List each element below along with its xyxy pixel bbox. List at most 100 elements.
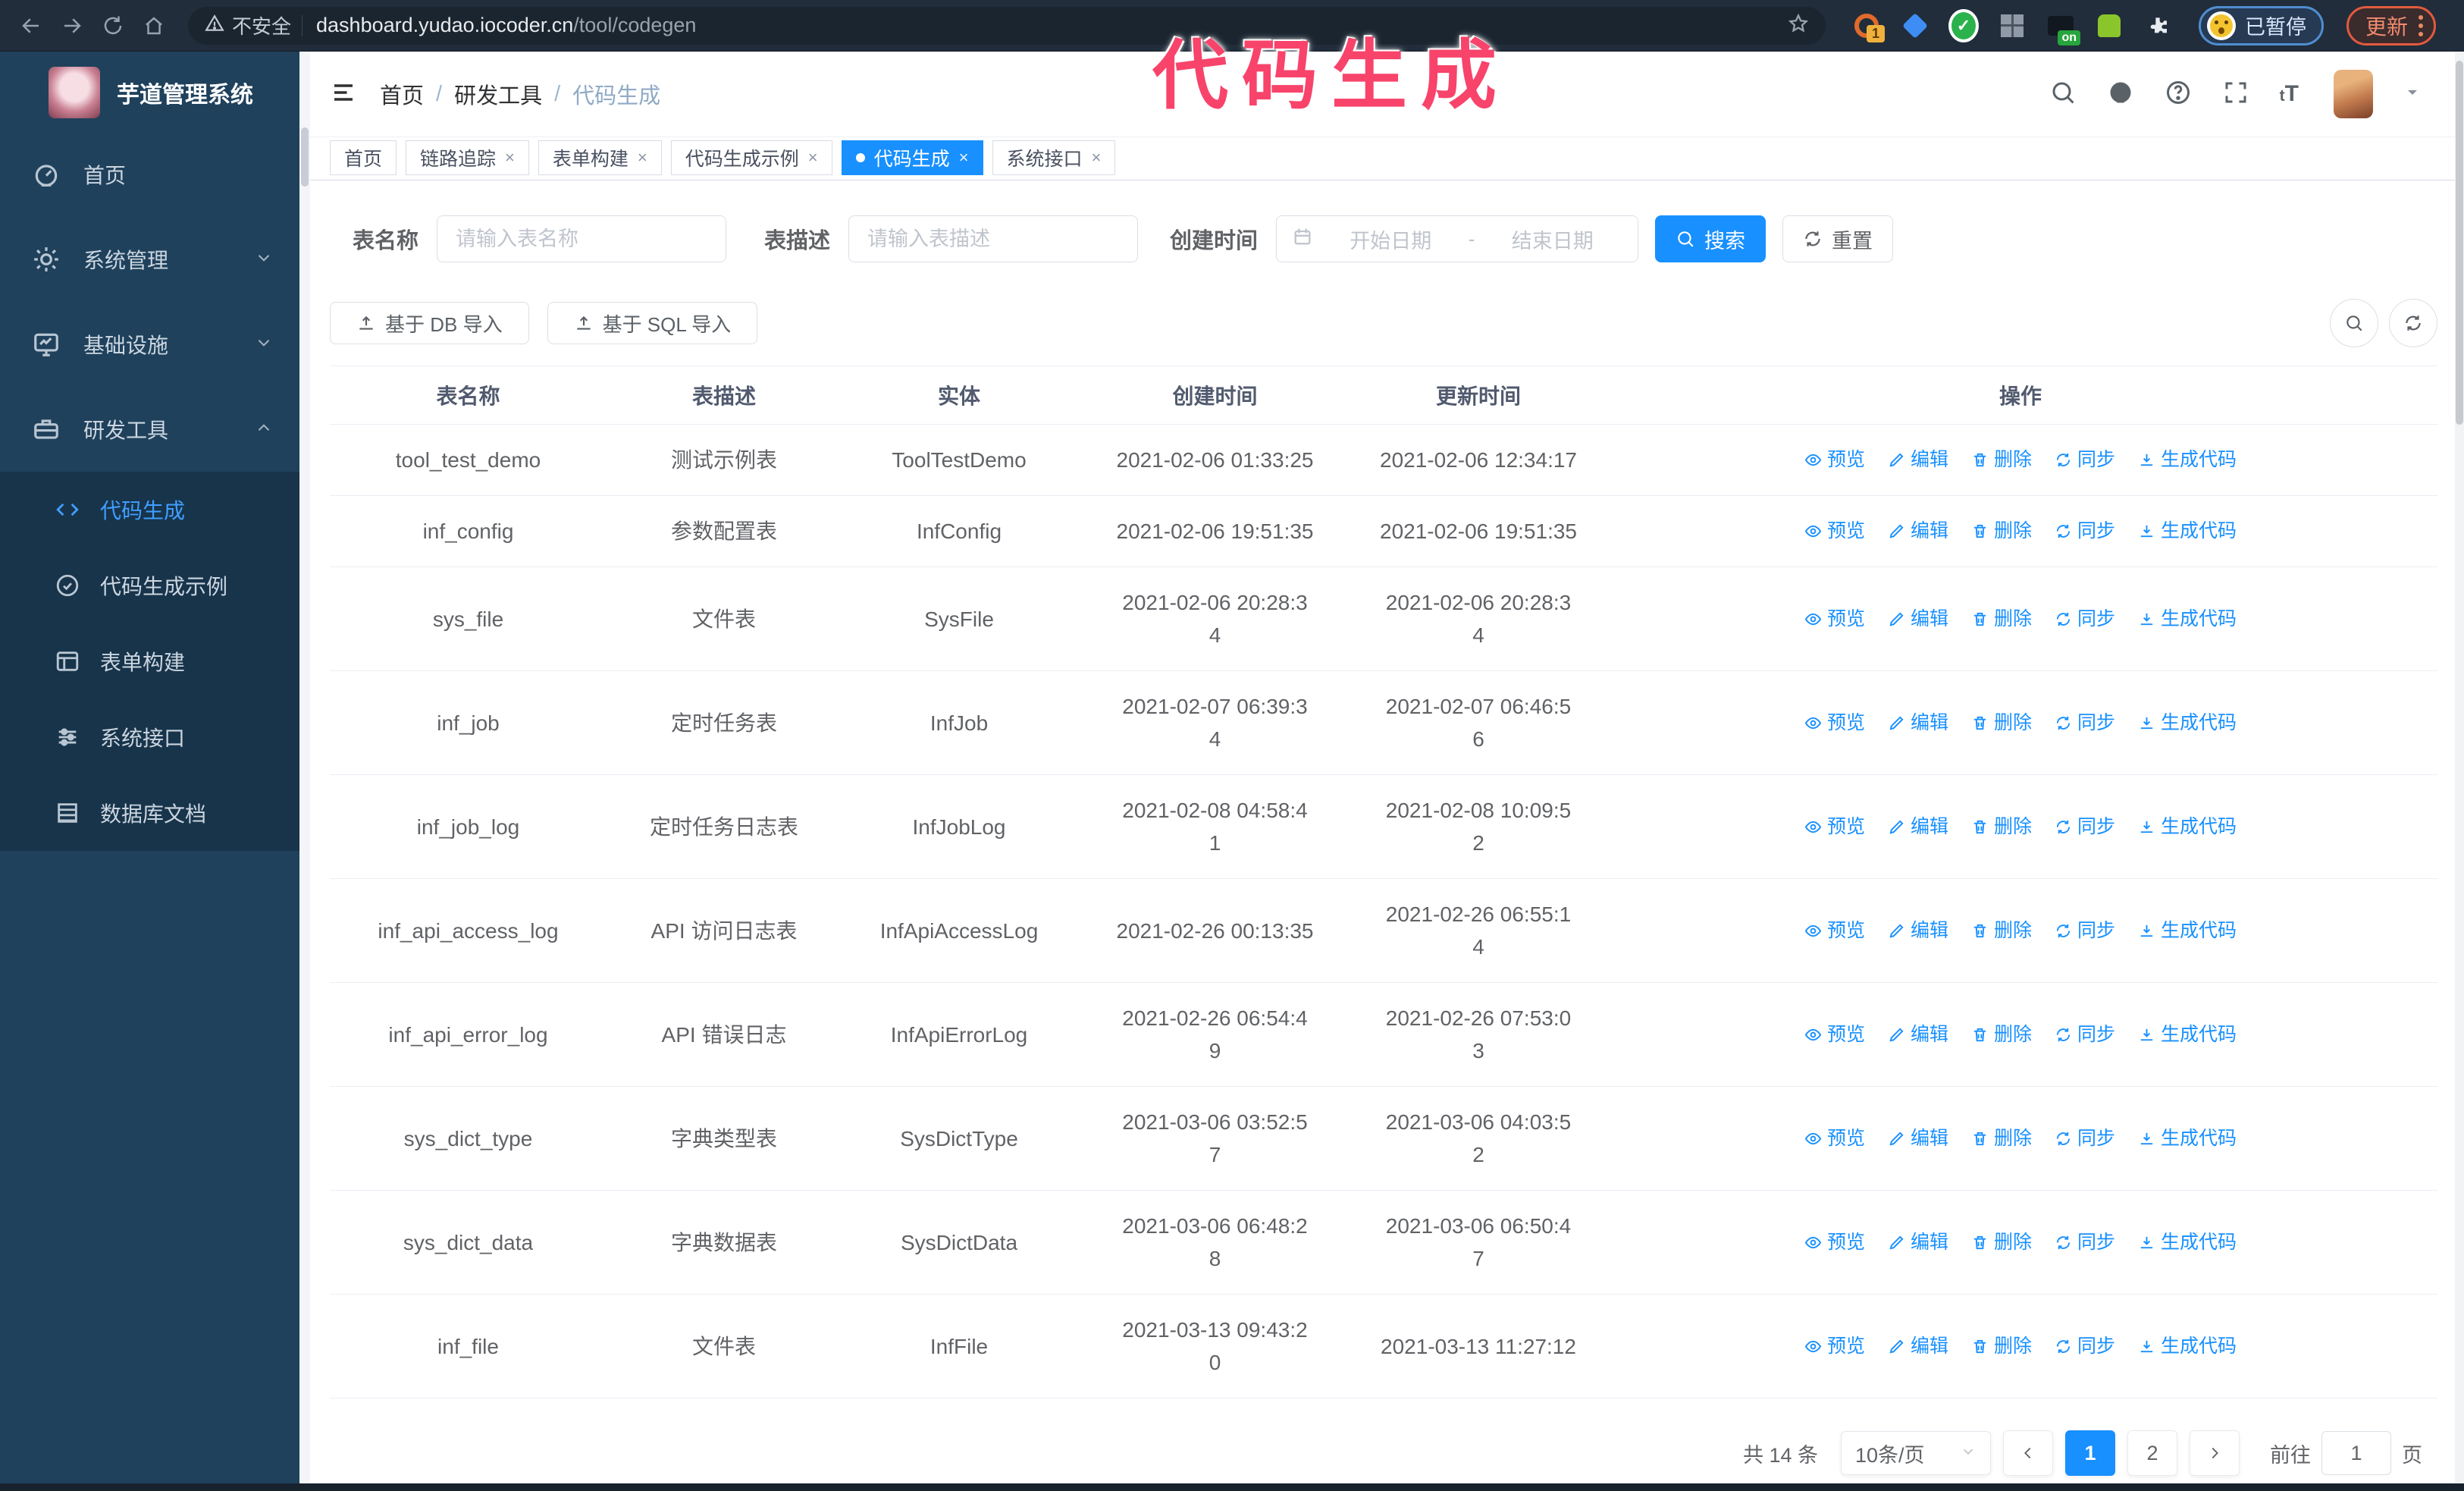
chevron-down-icon[interactable] [2403, 83, 2422, 105]
action-eye[interactable]: 预览 [1804, 1019, 1865, 1051]
home-icon[interactable] [136, 8, 171, 43]
action-delete[interactable]: 删除 [1971, 603, 2032, 636]
extension-icon[interactable] [1900, 11, 1930, 41]
tab-1[interactable]: 链路追踪 × [406, 140, 529, 175]
action-edit[interactable]: 编辑 [1888, 1019, 1948, 1051]
action-eye[interactable]: 预览 [1804, 444, 1865, 476]
breadcrumb-devtools[interactable]: 研发工具 [454, 78, 542, 110]
page-button-2[interactable]: 2 [2127, 1430, 2177, 1476]
close-icon[interactable]: × [959, 148, 969, 168]
action-download[interactable]: 生成代码 [2138, 915, 2237, 947]
address-bar[interactable]: 不安全 dashboard.yudao.iocoder.cn /tool/cod… [188, 6, 1826, 45]
action-edit[interactable]: 编辑 [1888, 1330, 1948, 1363]
table-desc-input[interactable] [848, 215, 1139, 262]
sidebar-item-0[interactable]: 首页 [0, 132, 299, 217]
action-eye[interactable]: 预览 [1804, 1122, 1865, 1155]
action-eye[interactable]: 预览 [1804, 1330, 1865, 1363]
action-delete[interactable]: 删除 [1971, 1019, 2032, 1051]
search-button[interactable]: 搜索 [1655, 215, 1766, 262]
action-edit[interactable]: 编辑 [1888, 603, 1948, 636]
hamburger-icon[interactable] [330, 79, 357, 110]
sidebar-subitem-0[interactable]: 代码生成 [0, 472, 299, 548]
action-delete[interactable]: 删除 [1971, 707, 2032, 739]
fullscreen-icon[interactable] [2222, 79, 2249, 110]
hide-search-button[interactable] [2330, 299, 2378, 347]
action-delete[interactable]: 删除 [1971, 915, 2032, 947]
action-edit[interactable]: 编辑 [1888, 915, 1948, 947]
action-download[interactable]: 生成代码 [2138, 811, 2237, 843]
import-db-button[interactable]: 基于 DB 导入 [330, 302, 529, 344]
font-size-icon[interactable]: tT [2280, 81, 2299, 107]
github-icon[interactable] [2107, 79, 2134, 110]
update-button[interactable]: 更新 [2346, 5, 2437, 46]
extension-icon[interactable]: 1 [1851, 11, 1885, 42]
action-sync[interactable]: 同步 [2055, 915, 2115, 947]
action-sync[interactable]: 同步 [2055, 811, 2115, 843]
import-sql-button[interactable]: 基于 SQL 导入 [547, 302, 758, 344]
action-sync[interactable]: 同步 [2055, 1226, 2115, 1259]
next-page-button[interactable] [2190, 1430, 2240, 1476]
goto-page-input[interactable] [2321, 1431, 2391, 1475]
sidebar-scrollbar[interactable] [299, 52, 310, 1483]
close-icon[interactable]: × [1092, 148, 1102, 168]
action-edit[interactable]: 编辑 [1888, 515, 1948, 548]
paused-badge[interactable]: 已暂停 [2199, 5, 2324, 46]
action-sync[interactable]: 同步 [2055, 1019, 2115, 1051]
sidebar-item-1[interactable]: 系统管理 [0, 217, 299, 302]
tab-2[interactable]: 表单构建 × [538, 140, 662, 175]
refresh-button[interactable] [2389, 299, 2437, 347]
action-eye[interactable]: 预览 [1804, 811, 1865, 843]
action-download[interactable]: 生成代码 [2138, 444, 2237, 476]
tab-3[interactable]: 代码生成示例 × [670, 140, 832, 175]
bookmark-star-icon[interactable] [1788, 13, 1809, 38]
action-delete[interactable]: 删除 [1971, 1330, 2032, 1363]
help-icon[interactable] [2165, 79, 2192, 110]
extension-icon[interactable] [1997, 11, 2027, 41]
extension-icon[interactable]: on [2045, 11, 2080, 46]
action-delete[interactable]: 删除 [1971, 444, 2032, 476]
page-size-select[interactable]: 10条/页 [1841, 1431, 1991, 1475]
action-eye[interactable]: 预览 [1804, 515, 1865, 548]
action-sync[interactable]: 同步 [2055, 515, 2115, 548]
action-delete[interactable]: 删除 [1971, 515, 2032, 548]
close-icon[interactable]: × [808, 148, 818, 168]
reset-button[interactable]: 重置 [1782, 215, 1894, 262]
action-sync[interactable]: 同步 [2055, 707, 2115, 739]
close-icon[interactable]: × [638, 148, 647, 168]
back-icon[interactable] [14, 8, 49, 43]
action-sync[interactable]: 同步 [2055, 603, 2115, 636]
reload-icon[interactable] [96, 8, 130, 43]
menu-dots-icon[interactable] [2419, 14, 2424, 36]
page-scrollbar[interactable] [2455, 52, 2464, 1483]
sidebar-subitem-3[interactable]: 系统接口 [0, 699, 299, 775]
extensions-puzzle-icon[interactable] [2143, 11, 2173, 41]
extension-icon[interactable]: ✓ [1948, 8, 1979, 42]
action-eye[interactable]: 预览 [1804, 707, 1865, 739]
action-delete[interactable]: 删除 [1971, 1122, 2032, 1155]
action-download[interactable]: 生成代码 [2138, 515, 2237, 548]
breadcrumb-home[interactable]: 首页 [380, 78, 424, 110]
action-edit[interactable]: 编辑 [1888, 811, 1948, 843]
sidebar-item-2[interactable]: 基础设施 [0, 302, 299, 387]
sidebar-subitem-4[interactable]: 数据库文档 [0, 775, 299, 851]
action-sync[interactable]: 同步 [2055, 1122, 2115, 1155]
action-edit[interactable]: 编辑 [1888, 1122, 1948, 1155]
sidebar-item-3[interactable]: 研发工具 [0, 387, 299, 472]
tab-0[interactable]: 首页 [330, 140, 397, 175]
sidebar-subitem-2[interactable]: 表单构建 [0, 623, 299, 699]
action-edit[interactable]: 编辑 [1888, 707, 1948, 739]
action-sync[interactable]: 同步 [2055, 1330, 2115, 1363]
table-name-input[interactable] [437, 215, 727, 262]
app-logo[interactable]: 芋道管理系统 [0, 52, 299, 132]
action-download[interactable]: 生成代码 [2138, 603, 2237, 636]
action-download[interactable]: 生成代码 [2138, 707, 2237, 739]
action-download[interactable]: 生成代码 [2138, 1122, 2237, 1155]
tab-5[interactable]: 系统接口 × [992, 140, 1116, 175]
action-edit[interactable]: 编辑 [1888, 1226, 1948, 1259]
action-eye[interactable]: 预览 [1804, 603, 1865, 636]
action-download[interactable]: 生成代码 [2138, 1019, 2237, 1051]
close-icon[interactable]: × [505, 148, 515, 168]
action-eye[interactable]: 预览 [1804, 1226, 1865, 1259]
action-eye[interactable]: 预览 [1804, 915, 1865, 947]
search-icon[interactable] [2049, 79, 2077, 110]
